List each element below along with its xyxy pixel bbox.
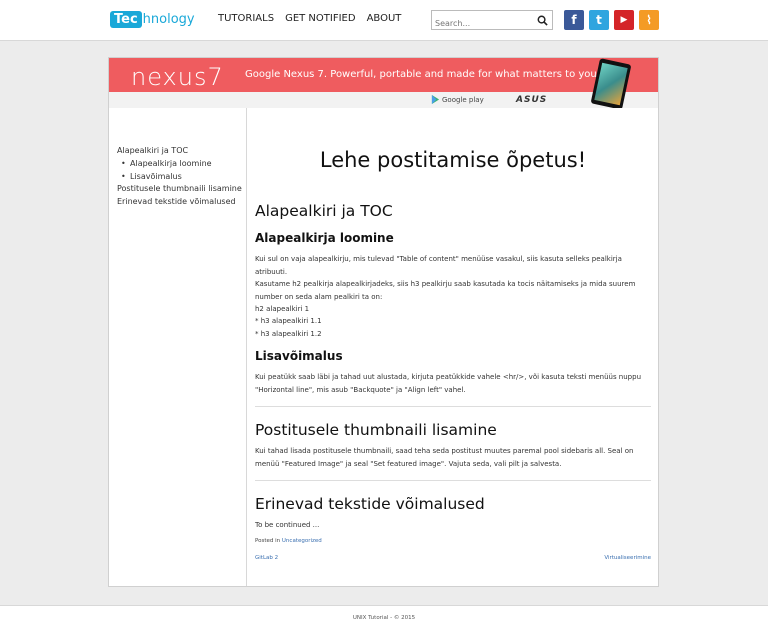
list-item: h2 alapealkiri 1 — [255, 305, 310, 313]
section-heading: Postitusele thumbnaili lisamine — [255, 421, 497, 439]
toc-item[interactable]: Postitusele thumbnaili lisamine — [117, 183, 242, 196]
banner-tagline: Google Nexus 7. Powerful, portable and m… — [245, 69, 600, 80]
google-play-badge: Google play — [431, 95, 484, 104]
horizontal-divider — [255, 406, 651, 407]
category-link[interactable]: Uncategorized — [282, 538, 322, 544]
search-button[interactable] — [532, 11, 552, 29]
nav-about[interactable]: ABOUT — [367, 13, 402, 24]
tablet-screen — [594, 62, 628, 106]
toc-subitem[interactable]: Alapealkirja loomine — [117, 158, 242, 171]
toc-sidebar: Alapealkiri ja TOC Alapealkirja loomine … — [109, 108, 247, 586]
prev-post-link[interactable]: GitLab 2 — [255, 555, 278, 561]
site-footer: UNIX Tutorial - © 2015 — [0, 605, 768, 635]
site-header: Tec hnology TUTORIALS GET NOTIFIED ABOUT… — [0, 0, 768, 41]
play-store-icon — [431, 95, 440, 104]
paragraph: Kui peatükk saab läbi ja tahad uut alust… — [255, 373, 642, 394]
subsection-heading: Alapealkirja loomine — [255, 231, 394, 245]
content-wrapper: nexus7 Google Nexus 7. Powerful, portabl… — [108, 57, 659, 587]
logo-text: hnology — [142, 11, 195, 27]
subsection-heading: Lisavõimalus — [255, 349, 343, 363]
search-icon — [537, 15, 548, 26]
facebook-icon[interactable]: f — [564, 10, 584, 30]
post-title: Lehe postitamise õpetus! — [319, 148, 587, 172]
youtube-icon[interactable]: ▶ — [614, 10, 634, 30]
list-item: * h3 alapealkiri 1.2 — [255, 330, 322, 338]
twitter-icon[interactable]: t — [589, 10, 609, 30]
section-heading: Erinevad tekstide võimalused — [255, 495, 485, 513]
paragraph: Kui tahad lisada postitusele thumbnaili,… — [255, 447, 634, 468]
post-meta: Posted in Uncategorized — [255, 538, 322, 544]
rss-icon[interactable]: ⌇ — [639, 10, 659, 30]
horizontal-divider — [255, 480, 651, 481]
search-input[interactable] — [432, 14, 533, 33]
banner-strip — [109, 92, 658, 108]
toc-item[interactable]: Erinevad tekstide võimalused — [117, 196, 242, 209]
banner-brand: nexus7 — [131, 63, 224, 91]
paragraph: Kasutame h2 pealkirja alapealkirjadeks, … — [255, 280, 636, 301]
asus-logo: ASUS — [516, 95, 548, 105]
list-item: * h3 alapealkiri 1.1 — [255, 317, 322, 325]
site-logo[interactable]: Tec hnology — [110, 8, 195, 30]
logo-mark: Tec — [110, 10, 142, 28]
nexus-ad-banner[interactable]: nexus7 Google Nexus 7. Powerful, portabl… — [109, 58, 658, 108]
nav-tutorials[interactable]: TUTORIALS — [218, 13, 274, 24]
google-play-label: Google play — [442, 95, 484, 104]
posted-in-label: Posted in — [255, 538, 281, 544]
search-box — [431, 10, 553, 33]
paragraph: Kui sul on vaja alapealkirju, mis tuleva… — [255, 255, 622, 276]
next-post-link[interactable]: Virtualiseerimine — [604, 555, 651, 561]
paragraph: To be continued ... — [255, 521, 320, 529]
table-of-contents: Alapealkiri ja TOC Alapealkirja loomine … — [117, 145, 242, 209]
nav-get-notified[interactable]: GET NOTIFIED — [285, 13, 355, 24]
copyright-text: UNIX Tutorial - © 2015 — [352, 615, 416, 621]
section-heading: Alapealkiri ja TOC — [255, 202, 393, 220]
toc-item[interactable]: Alapealkiri ja TOC — [117, 145, 242, 158]
main-nav: TUTORIALS GET NOTIFIED ABOUT — [218, 13, 401, 24]
toc-subitem[interactable]: Lisavõimalus — [117, 171, 242, 184]
